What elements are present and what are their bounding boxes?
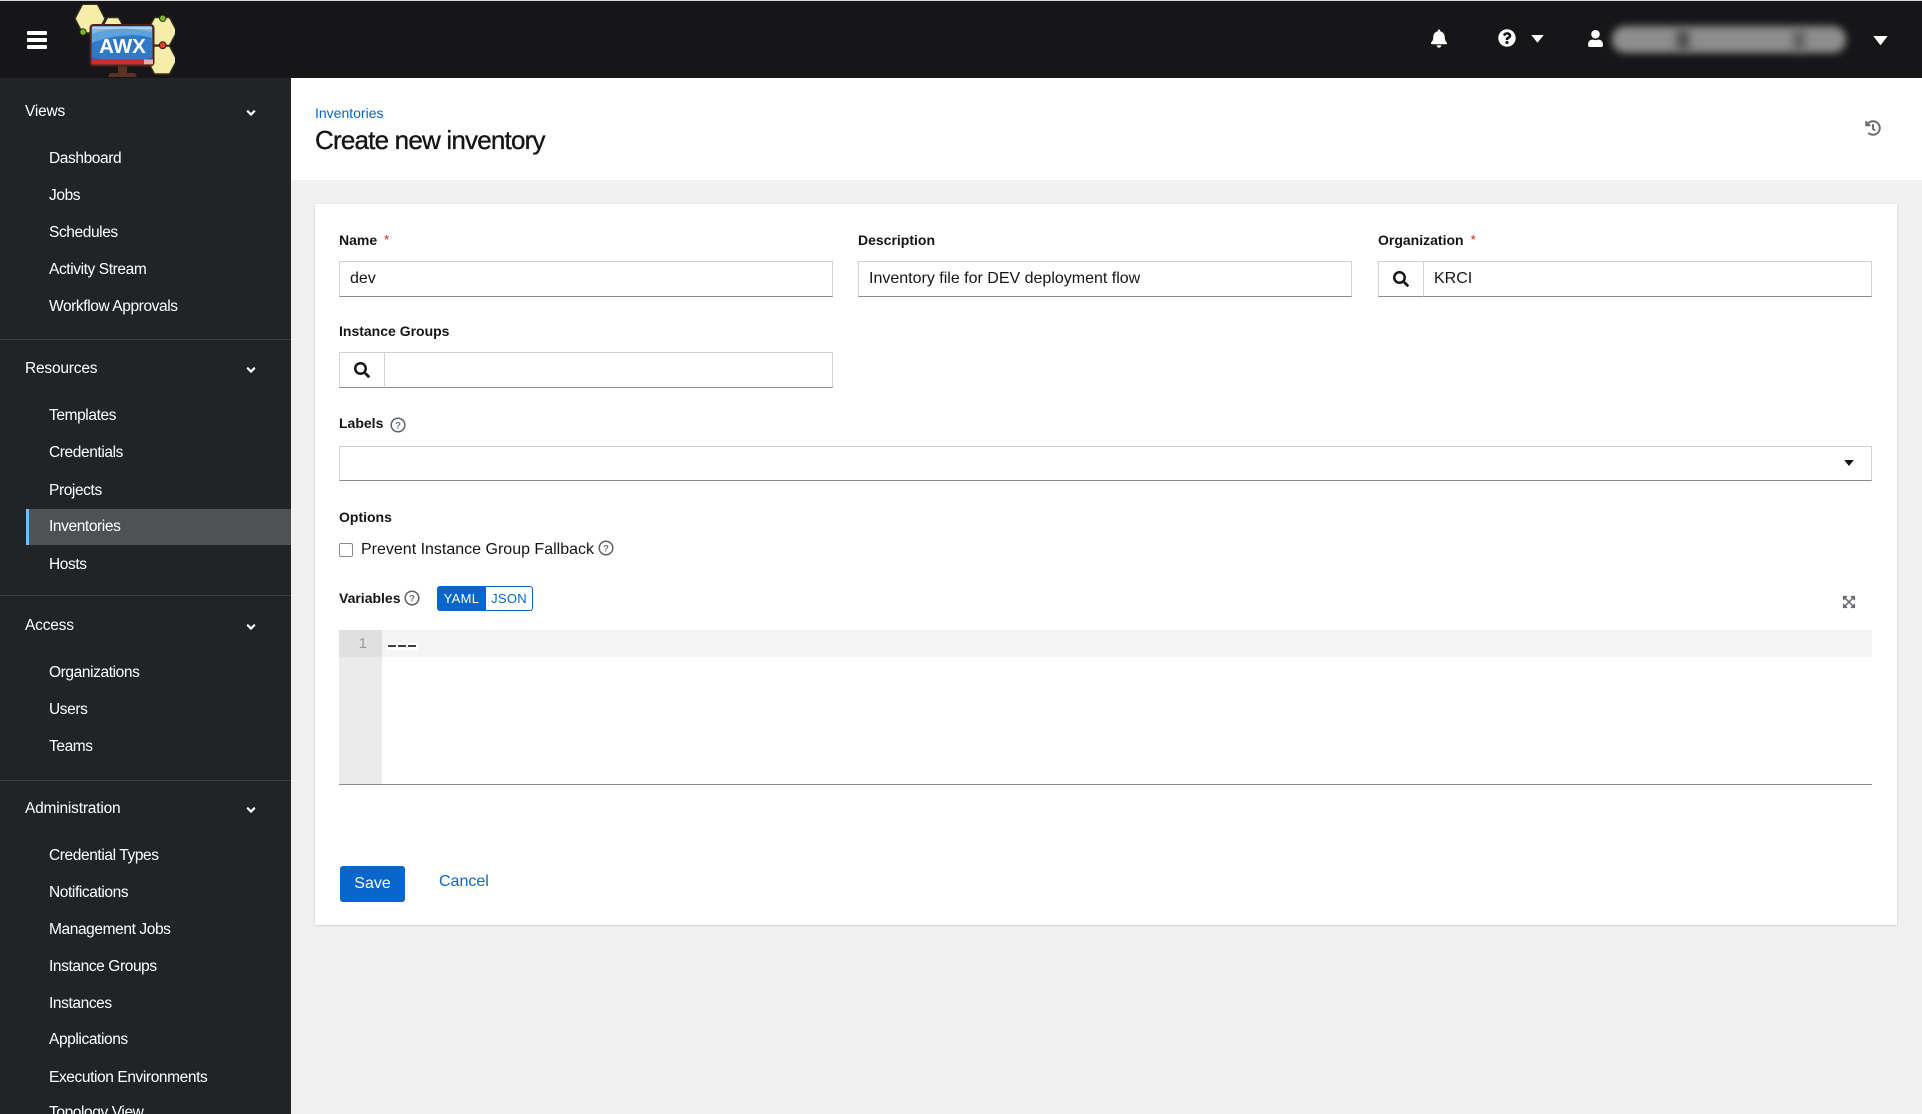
svg-text:?: ? — [395, 420, 401, 431]
svg-text:?: ? — [409, 593, 415, 604]
svg-text:?: ? — [603, 543, 609, 554]
svg-text:AWX: AWX — [99, 35, 146, 58]
